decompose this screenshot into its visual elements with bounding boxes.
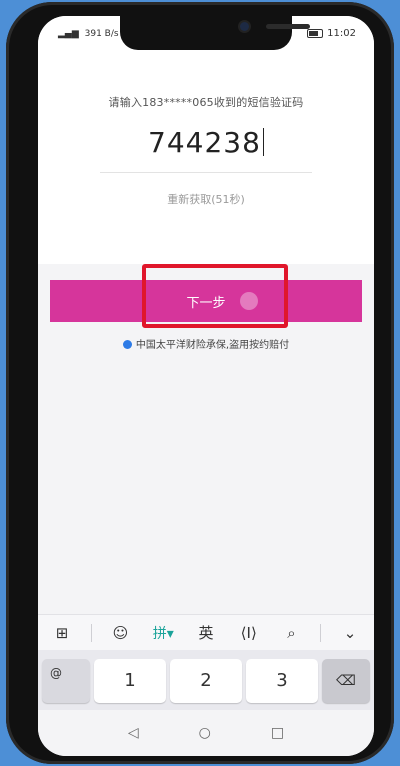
insurer-note: 中国太平洋财险承保,盗用按约赔付 xyxy=(38,336,374,351)
numeric-keyboard: @ 1 2 3 ⌫ xyxy=(38,650,374,710)
key-at[interactable]: @ xyxy=(42,659,90,703)
status-right: 11:02 xyxy=(307,28,356,39)
code-input[interactable]: 744238 xyxy=(100,116,312,173)
grid-icon[interactable]: ⊞ xyxy=(48,624,76,642)
phone-frame: ▂▄▆ 391 B/s 11:02 请输入183*****065收到的短信验证码… xyxy=(6,2,394,764)
insurer-note-text: 中国太平洋财险承保,盗用按约赔付 xyxy=(135,340,290,351)
battery-icon xyxy=(307,29,324,38)
divider xyxy=(320,623,322,642)
divider xyxy=(90,623,92,642)
code-value: 744238 xyxy=(148,126,261,159)
key-2[interactable]: 2 xyxy=(170,659,242,703)
camera-icon xyxy=(240,22,249,31)
key-1[interactable]: 1 xyxy=(94,659,166,703)
network-speed: 391 B/s xyxy=(84,29,119,39)
back-icon[interactable]: ◁ xyxy=(128,725,139,741)
home-icon[interactable]: ○ xyxy=(199,725,211,741)
speaker xyxy=(266,24,310,29)
system-nav-bar: ◁ ○ □ xyxy=(38,710,374,756)
collapse-keyboard-icon[interactable]: ⌄ xyxy=(336,624,364,642)
shield-icon xyxy=(122,340,132,349)
search-icon[interactable]: ⌕ xyxy=(278,624,306,642)
text-caret xyxy=(262,128,264,156)
status-time: 11:02 xyxy=(327,28,356,39)
recent-apps-icon[interactable]: □ xyxy=(271,725,284,741)
pinyin-switch[interactable]: 拼▾ xyxy=(149,623,177,643)
sms-hint: 请输入183*****065收到的短信验证码 xyxy=(108,96,304,109)
status-bar: ▂▄▆ 391 B/s 11:02 xyxy=(38,16,374,54)
notch xyxy=(120,16,310,50)
key-3[interactable]: 3 xyxy=(246,659,318,703)
emoji-icon[interactable]: ☺ xyxy=(107,624,135,642)
status-left: ▂▄▆ 391 B/s xyxy=(58,29,122,39)
signal-icon: ▂▄▆ xyxy=(58,29,79,39)
cursor-icon[interactable]: ⟨I⟩ xyxy=(235,624,263,642)
screen: ▂▄▆ 391 B/s 11:02 请输入183*****065收到的短信验证码… xyxy=(38,16,374,756)
english-switch[interactable]: 英 xyxy=(192,622,220,643)
highlight-box xyxy=(142,264,288,328)
keyboard-toolbar: ⊞ ☺ 拼▾ 英 ⟨I⟩ ⌕ ⌄ xyxy=(38,614,374,650)
resend-countdown: 重新获取(51秒) xyxy=(167,193,245,206)
backspace-key[interactable]: ⌫ xyxy=(322,659,370,703)
